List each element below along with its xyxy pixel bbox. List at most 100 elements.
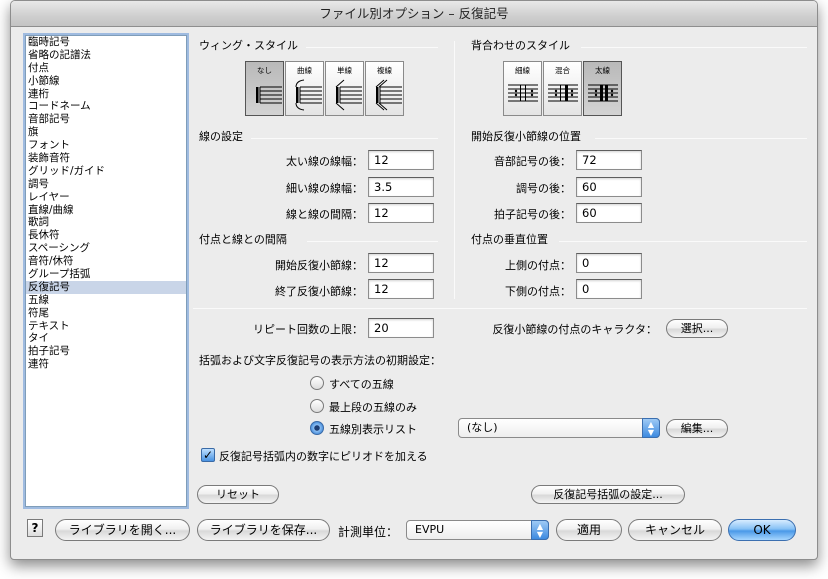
divider	[581, 47, 807, 48]
divider	[559, 241, 807, 242]
top-staff-radio[interactable]	[310, 399, 324, 413]
category-item[interactable]: スペーシング	[26, 242, 186, 255]
wing-style-button[interactable]: 曲線	[285, 61, 324, 116]
after-time-field[interactable]	[576, 203, 642, 223]
category-item[interactable]: 直線/曲線	[26, 204, 186, 217]
wing-style-label: 複線	[377, 66, 392, 75]
category-item[interactable]: 歌詞	[26, 216, 186, 229]
start-repeat-label: 開始反復小節線：	[275, 259, 363, 272]
line-space-label: 線と線の間隔：	[286, 208, 363, 221]
category-item[interactable]: タイ	[26, 332, 186, 345]
wing-style-button[interactable]: 複線	[365, 61, 404, 116]
open-library-button[interactable]: ライブラリを開く...	[55, 519, 190, 541]
category-item[interactable]: 臨時記号	[26, 36, 186, 49]
wing-style-button[interactable]: 単線	[325, 61, 364, 116]
category-item[interactable]: 付点	[26, 62, 186, 75]
after-clef-label: 音部記号の後：	[494, 155, 571, 168]
wing-style-label: なし	[257, 66, 272, 75]
divider	[251, 138, 438, 139]
bracket-settings-button[interactable]: 反復記号括弧の設定...	[531, 485, 685, 504]
category-item[interactable]: テキスト	[26, 320, 186, 333]
category-item[interactable]: 長休符	[26, 229, 186, 242]
help-button[interactable]: ?	[27, 519, 43, 537]
top-staff-label: 最上段の五線のみ	[329, 401, 417, 414]
staff-list-popup[interactable]: (なし) ▲ ▼	[458, 418, 660, 438]
upper-dot-label: 上側の付点：	[505, 259, 571, 272]
back-to-back-button[interactable]: 太線	[583, 61, 622, 116]
category-item[interactable]: レイヤー	[26, 191, 186, 204]
staff-list-value: (なし)	[467, 421, 498, 434]
thick-line-field[interactable]	[368, 150, 434, 170]
thin-line-label: 細い線の線幅：	[286, 182, 363, 195]
units-value: EVPU	[415, 523, 445, 536]
back-to-back-label: 細線	[515, 66, 530, 75]
wing-style-button[interactable]: なし	[245, 61, 284, 116]
period-checkbox-label: 反復記号括弧内の数字にピリオドを加える	[219, 450, 428, 463]
category-item[interactable]: グループ括弧	[26, 268, 186, 281]
bracket-defaults-title: 括弧および文字反復記号の表示方法の初期設定：	[199, 354, 441, 367]
category-item[interactable]: 反復記号	[26, 280, 186, 294]
line-space-field[interactable]	[368, 203, 434, 223]
select-char-button[interactable]: 選択...	[666, 319, 728, 338]
edit-list-button[interactable]: 編集...	[666, 419, 728, 438]
category-item[interactable]: 音部記号	[26, 113, 186, 126]
category-item[interactable]: 省略の記譜法	[26, 49, 186, 62]
ok-button[interactable]: OK	[728, 519, 796, 541]
period-checkbox[interactable]: ✓	[201, 448, 215, 462]
options-dialog: ファイル別オプション – 反復記号 臨時記号 省略の記譜法 付点 小節線 連桁 コードネー…	[10, 0, 818, 560]
start-barline-title: 開始反復小節線の位置	[471, 130, 581, 143]
line-settings-title: 線の設定	[199, 130, 243, 143]
repeat-max-label: リピート回数の上限：	[253, 323, 363, 336]
wing-style-label: 曲線	[297, 66, 312, 75]
lower-dot-label: 下側の付点：	[505, 285, 571, 298]
category-item[interactable]: 装飾音符	[26, 152, 186, 165]
after-key-label: 調号の後：	[516, 182, 571, 195]
category-item[interactable]: コードネーム	[26, 100, 186, 113]
category-list[interactable]: 臨時記号 省略の記譜法 付点 小節線 連桁 コードネーム 音部記号旗フォント 装飾音符 グリッド…	[25, 35, 187, 507]
staff-list-radio[interactable]	[310, 421, 324, 435]
column-divider	[454, 41, 455, 299]
dot-char-label: 反復小節線の付点のキャラクタ：	[492, 323, 657, 336]
category-item[interactable]: 拍子記号	[26, 345, 186, 358]
end-repeat-field[interactable]	[368, 279, 434, 299]
category-item[interactable]: グリッド/ガイド	[26, 165, 186, 178]
category-item[interactable]: 調号	[26, 178, 186, 191]
category-item[interactable]: 符尾	[26, 307, 186, 320]
start-repeat-field[interactable]	[368, 253, 434, 273]
reset-button[interactable]: リセット	[197, 485, 279, 504]
back-to-back-label: 太線	[595, 66, 610, 75]
category-item[interactable]: 音符/休符	[26, 255, 186, 268]
back-to-back-button[interactable]: 混合	[543, 61, 582, 116]
divider	[306, 47, 438, 48]
category-item[interactable]: フォント	[26, 139, 186, 152]
repeat-max-field[interactable]	[368, 318, 434, 338]
divider	[595, 138, 807, 139]
lower-dot-field[interactable]	[576, 279, 642, 299]
window-title: ファイル別オプション – 反復記号	[11, 1, 817, 27]
after-clef-field[interactable]	[576, 150, 642, 170]
all-staves-radio[interactable]	[310, 376, 324, 390]
category-item[interactable]: 旗	[26, 126, 186, 139]
popup-arrows-icon: ▲ ▼	[642, 418, 660, 438]
back-to-back-button[interactable]: 細線	[503, 61, 542, 116]
cancel-button[interactable]: キャンセル	[628, 519, 722, 541]
category-item[interactable]: 小節線	[26, 75, 186, 88]
dot-vertical-title: 付点の垂直位置	[471, 233, 548, 246]
thin-line-field[interactable]	[368, 177, 434, 197]
category-item[interactable]: 連桁	[26, 88, 186, 101]
units-popup[interactable]: EVPU ▲ ▼	[406, 520, 549, 540]
dot-spacing-title: 付点と線との間隔	[199, 233, 287, 246]
all-staves-label: すべての五線	[329, 378, 394, 391]
category-item[interactable]: 五線	[26, 294, 186, 307]
divider	[193, 308, 807, 309]
after-time-label: 拍子記号の後：	[494, 208, 571, 221]
after-key-field[interactable]	[576, 177, 642, 197]
save-library-button[interactable]: ライブラリを保存...	[197, 519, 330, 541]
upper-dot-field[interactable]	[576, 253, 642, 273]
thick-line-label: 太い線の線幅：	[286, 155, 363, 168]
end-repeat-label: 終了反復小節線：	[275, 285, 363, 298]
apply-button[interactable]: 適用	[556, 519, 622, 541]
staff-list-label: 五線別表示リスト	[329, 423, 417, 436]
category-item[interactable]: 連符	[26, 358, 186, 371]
popup-arrows-icon: ▲ ▼	[531, 520, 549, 540]
